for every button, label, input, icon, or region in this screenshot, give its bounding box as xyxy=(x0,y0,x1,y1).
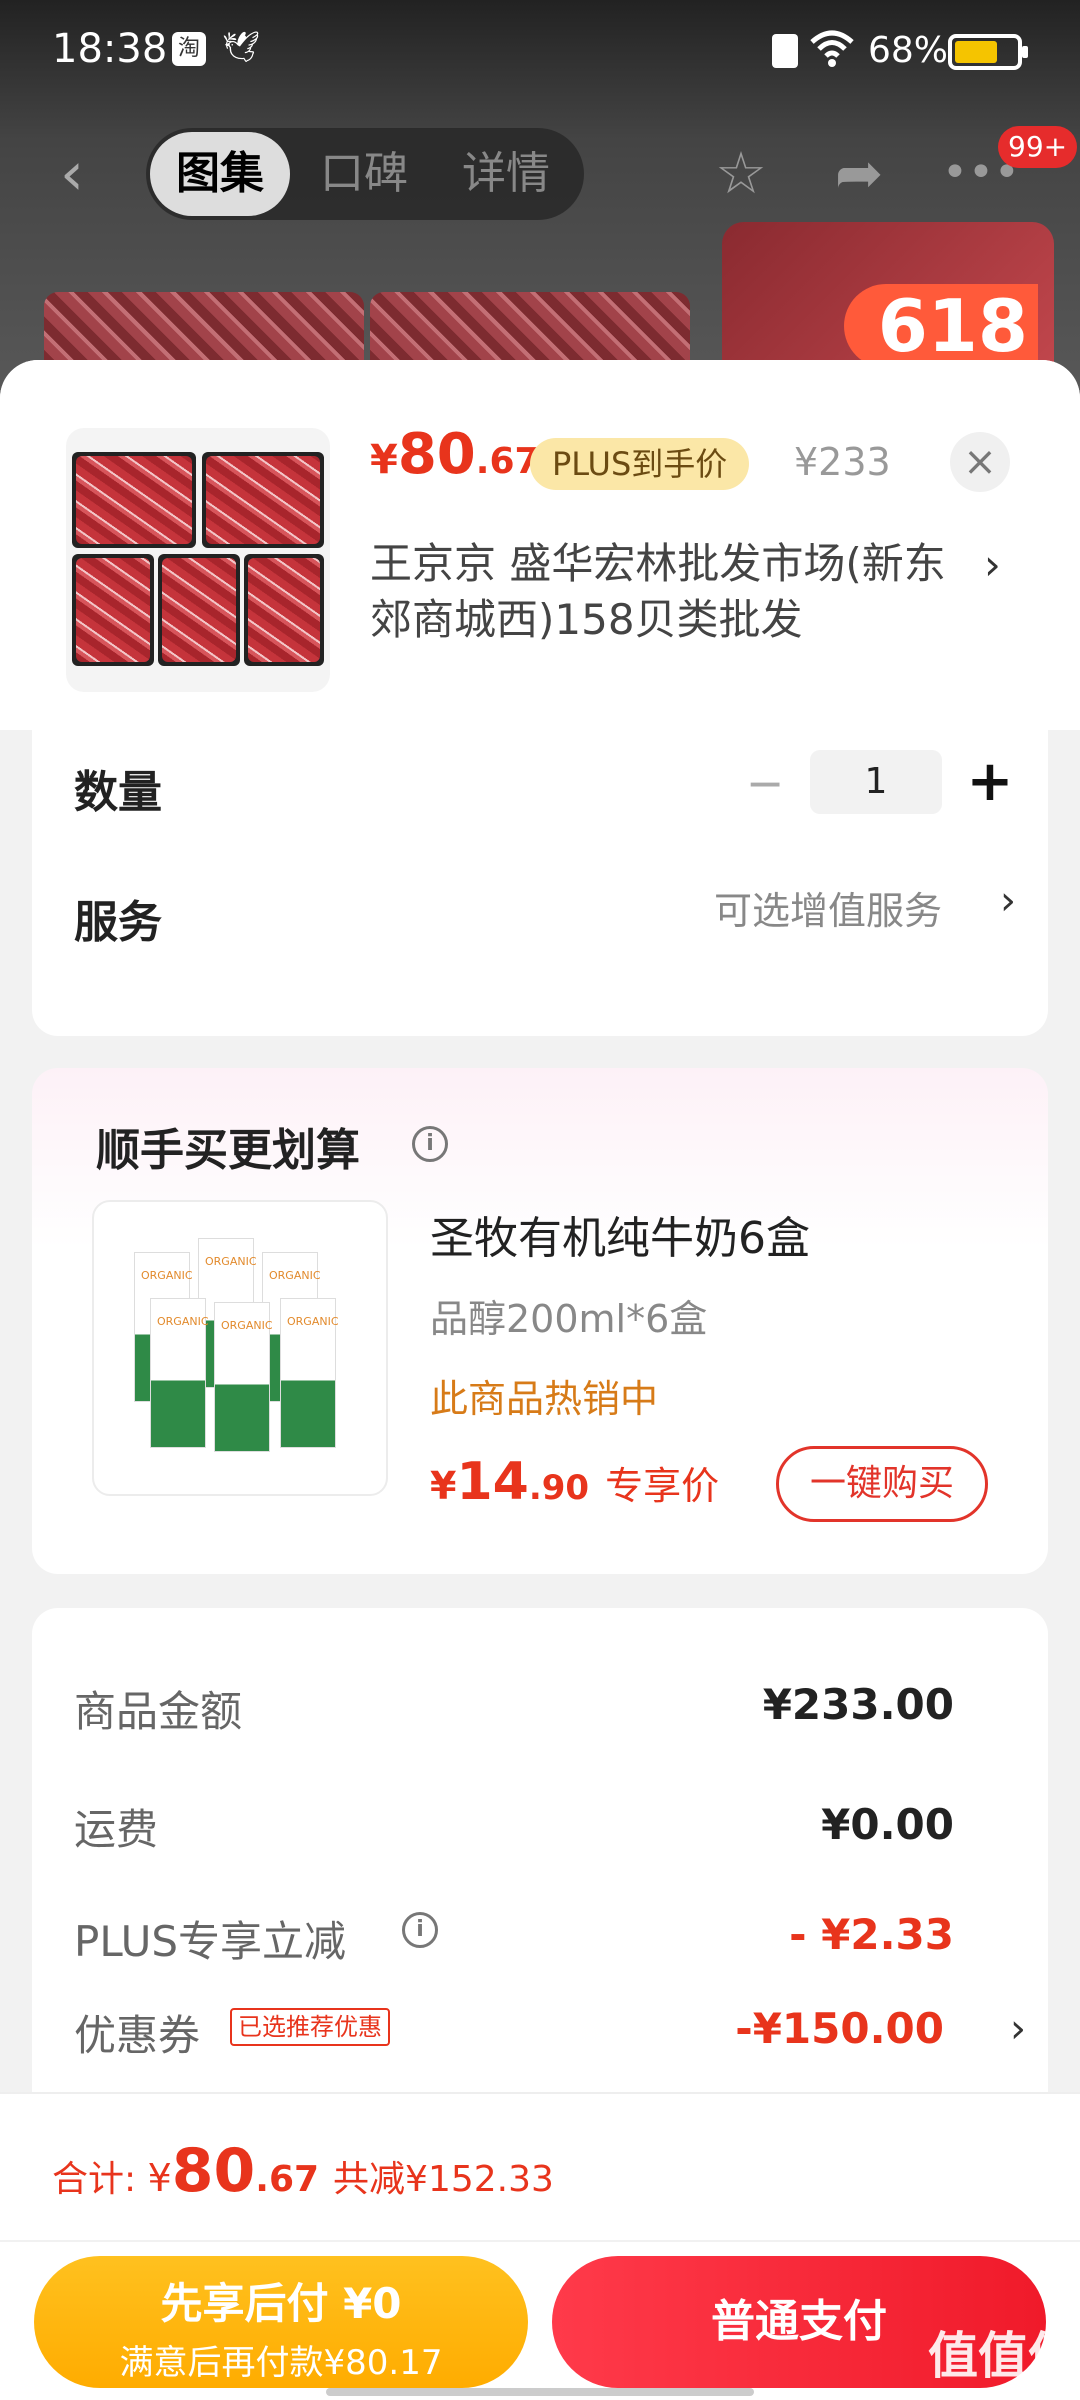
bird-notification-icon: 🕊 xyxy=(222,30,261,65)
total-dec: .67 xyxy=(255,2159,320,2200)
milk-box-text: ORGANIC xyxy=(221,1319,273,1332)
summary-value[interactable]: -¥150.00 xyxy=(735,2004,944,2053)
share-icon[interactable]: ➦ xyxy=(824,138,894,208)
quantity-label: 数量 xyxy=(74,767,162,818)
info-icon[interactable]: i xyxy=(412,1126,448,1162)
recommend-price-int: 14 xyxy=(456,1452,529,1512)
summary-label: 优惠券 xyxy=(74,2011,201,2060)
close-button[interactable]: × xyxy=(950,432,1010,492)
meat-tray xyxy=(244,554,324,666)
total-int: 80 xyxy=(171,2136,256,2206)
summary-label: 商品金额 xyxy=(74,1687,243,1736)
summary-label: PLUS专享立减 xyxy=(74,1917,347,1966)
watermark-logo: 值值值 zhizhizhi.com xyxy=(928,2316,1078,2400)
options-card: 数量 − 1 + 服务 可选增值服务 › xyxy=(32,720,1048,1036)
pay-later-subtitle: 满意后再付款¥80.17 xyxy=(119,2343,443,2383)
taobao-notification-icon: 淘 xyxy=(172,32,206,66)
battery-percent: 68% xyxy=(868,30,949,71)
summary-value: - ¥2.33 xyxy=(789,1910,954,1959)
summary-value: ¥233.00 xyxy=(762,1680,954,1729)
quantity-input[interactable]: 1 xyxy=(810,750,942,814)
battery-icon xyxy=(948,34,1028,70)
recommend-title: 顺手买更划算 xyxy=(96,1125,360,1176)
milk-box-text: ORGANIC xyxy=(141,1269,193,1282)
quantity-decrease-button[interactable]: − xyxy=(740,758,790,808)
recommend-item-hot: 此商品热销中 xyxy=(430,1377,659,1421)
price-int: 80 xyxy=(397,422,476,487)
product-price: ¥80.67 xyxy=(370,422,540,487)
recommend-item-price: ¥14.90 专享价 xyxy=(430,1452,719,1512)
checkout-bar: 合计: ¥80.67 共减¥152.33 先享后付 ¥0 满意后再付款¥80.17… xyxy=(0,2092,1080,2400)
recommend-price-label: 专享价 xyxy=(605,1464,720,1508)
tab-bar: 图集 口碑 详情 xyxy=(146,128,584,220)
product-thumbnail xyxy=(66,428,330,692)
summary-label: 运费 xyxy=(74,1805,159,1854)
quantity-increase-button[interactable]: + xyxy=(960,750,1020,814)
milk-product-image: ORGANIC ORGANIC ORGANIC ORGANIC ORGANIC … xyxy=(92,1200,388,1496)
promo-618-label: 618 xyxy=(843,284,1038,368)
price-currency: ¥ xyxy=(370,437,398,483)
back-icon[interactable]: ‹ xyxy=(60,144,84,204)
watermark-text: 值值值 xyxy=(928,2327,1078,2385)
notification-badge: 99+ xyxy=(998,126,1078,168)
total-saving: 共减¥152.33 xyxy=(333,2159,554,2200)
divider xyxy=(0,2240,1080,2242)
meat-tray xyxy=(72,554,154,666)
recommend-card: 顺手买更划算 i ORGANIC ORGANIC ORGANIC ORGANIC… xyxy=(32,1068,1048,1574)
original-price: ¥233 xyxy=(794,440,891,484)
recommend-price-dec: .90 xyxy=(528,1468,590,1508)
milk-box: ORGANIC xyxy=(280,1298,339,1448)
meat-tray xyxy=(158,554,240,666)
status-time: 18:38 xyxy=(52,26,168,72)
milk-box: ORGANIC xyxy=(214,1302,273,1452)
home-indicator[interactable] xyxy=(326,2388,754,2396)
info-icon[interactable]: i xyxy=(402,1912,438,1948)
meat-tray xyxy=(202,452,324,548)
chevron-right-icon[interactable]: › xyxy=(984,540,1001,589)
product-summary: ¥80.67 PLUS到手价 ¥233 × 王京京 盛华宏林批发市场(新东郊商城… xyxy=(0,360,1080,730)
milk-box-text: ORGANIC xyxy=(205,1255,257,1268)
milk-box: ORGANIC xyxy=(150,1298,209,1448)
sim-icon xyxy=(772,34,798,68)
background-product-page: 18:38 淘 🕊 68% ‹ 图集 口碑 详情 ☆ ➦ ••• 99+ 618 xyxy=(0,0,1080,432)
one-click-buy-button[interactable]: 一键购买 xyxy=(776,1446,988,1522)
favorite-star-icon[interactable]: ☆ xyxy=(706,138,776,208)
meat-tray xyxy=(72,452,196,548)
order-total: 合计: ¥80.67 共减¥152.33 xyxy=(52,2136,554,2206)
tab-details[interactable]: 详情 xyxy=(462,144,550,204)
status-bar: 18:38 淘 🕊 68% xyxy=(0,0,1080,100)
total-label: 合计: xyxy=(52,2159,148,2200)
milk-box-text: ORGANIC xyxy=(157,1315,209,1328)
pay-later-title: 先享后付 ¥0 xyxy=(160,2279,402,2328)
pay-later-button[interactable]: 先享后付 ¥0 满意后再付款¥80.17 xyxy=(34,2256,528,2388)
coupon-tag: 已选推荐优惠 xyxy=(230,2008,390,2046)
shop-name[interactable]: 王京京 盛华宏林批发市场(新东郊商城西)158贝类批发 xyxy=(370,536,970,648)
tab-reviews[interactable]: 口碑 xyxy=(320,144,408,204)
plus-price-tag: PLUS到手价 xyxy=(530,438,750,490)
service-label: 服务 xyxy=(74,897,162,948)
chevron-right-icon[interactable]: › xyxy=(1010,2006,1026,2052)
recommend-item-spec: 品醇200ml*6盒 xyxy=(430,1297,708,1341)
milk-box-text: ORGANIC xyxy=(287,1315,339,1328)
price-summary-card: 商品金额 ¥233.00 运费 ¥0.00 PLUS专享立减 i - ¥2.33… xyxy=(32,1608,1048,2128)
summary-value: ¥0.00 xyxy=(821,1800,954,1849)
chevron-right-icon[interactable]: › xyxy=(1000,878,1016,924)
milk-box-text: ORGANIC xyxy=(269,1269,321,1282)
total-currency: ¥ xyxy=(147,2156,172,2200)
service-value[interactable]: 可选增值服务 xyxy=(714,880,942,935)
recommend-item-name[interactable]: 圣牧有机纯牛奶6盒 xyxy=(430,1202,810,1266)
wifi-icon xyxy=(810,30,854,67)
watermark-url: zhizhizhi.com xyxy=(932,2388,1041,2400)
recommend-price-currency: ¥ xyxy=(430,1464,457,1508)
tab-gallery[interactable]: 图集 xyxy=(150,132,290,216)
